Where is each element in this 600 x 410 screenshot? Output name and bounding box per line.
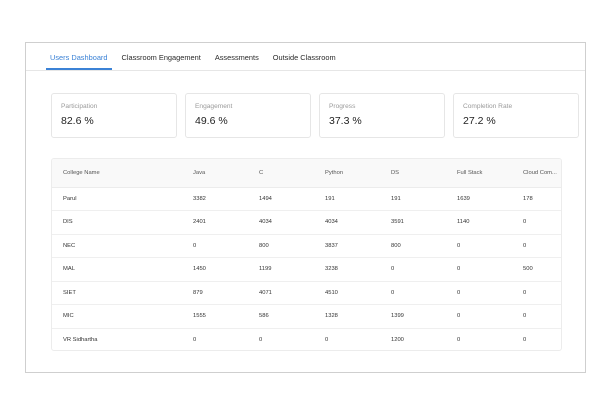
table-cell: 0 <box>512 210 561 235</box>
table-cell: Parul <box>52 187 182 211</box>
dashboard-panel: Users Dashboard Classroom Engagement Ass… <box>25 42 586 373</box>
card-label: Participation <box>61 103 98 110</box>
card-label: Engagement <box>195 103 233 110</box>
card-value: 82.6 % <box>61 115 94 127</box>
table-cell: 3591 <box>380 210 446 235</box>
table-row[interactable]: MAL 1450 1199 3238 0 0 500 <box>52 257 561 282</box>
table-cell: 1328 <box>314 304 380 329</box>
table-cell: 0 <box>446 234 512 258</box>
table-cell: 0 <box>325 337 329 343</box>
table-cell: 4071 <box>248 281 314 305</box>
table-cell: 0 <box>446 304 512 329</box>
table-cell: 4034 <box>314 210 380 235</box>
table-cell: 1494 <box>248 187 314 211</box>
card-value: 37.3 % <box>329 115 362 127</box>
table-cell: 0 <box>523 337 527 343</box>
engagement-card: Engagement 49.6 % <box>185 93 311 138</box>
table-cell: 500 <box>512 257 561 282</box>
table-cell: 191 <box>380 187 446 211</box>
table-cell: 800 <box>248 234 314 258</box>
table-cell: 1140 <box>446 210 512 235</box>
table-row[interactable]: SIET 879 4071 4510 0 0 0 <box>52 281 561 305</box>
table-cell: SIET <box>52 281 182 305</box>
tab-divider <box>26 70 585 71</box>
card-label: Completion Rate <box>463 103 513 110</box>
table-cell: 3382 <box>182 187 248 211</box>
table-cell: DIS <box>52 210 182 235</box>
column-header-python[interactable]: Python <box>314 159 380 188</box>
table-cell: 879 <box>182 281 248 305</box>
table-cell: VR Sidhartha <box>63 337 98 343</box>
table-cell: 0 <box>259 337 263 343</box>
table-cell: 4034 <box>248 210 314 235</box>
table-header-row: College Name Java C Python DS Full Stack… <box>52 159 561 188</box>
tab-users-dashboard[interactable]: Users Dashboard <box>46 53 112 70</box>
table-cell: 2401 <box>182 210 248 235</box>
participation-card: Participation 82.6 % <box>51 93 177 138</box>
table-cell: 0 <box>457 337 461 343</box>
table-cell: 1199 <box>248 257 314 282</box>
table-row[interactable]: Parul 3382 1494 191 191 1639 178 <box>52 187 561 211</box>
table-cell: 0 <box>182 234 248 258</box>
column-header-cloud-computing[interactable]: Cloud Com... <box>512 159 561 188</box>
tab-outside-classroom[interactable]: Outside Classroom <box>273 53 336 70</box>
card-value: 27.2 % <box>463 115 496 127</box>
table-cell: 1639 <box>446 187 512 211</box>
table-cell: MIC <box>52 304 182 329</box>
table-cell: 0 <box>512 234 561 258</box>
progress-card: Progress 37.3 % <box>319 93 445 138</box>
tab-bar: Users Dashboard Classroom Engagement Ass… <box>46 43 350 70</box>
stat-cards: Participation 82.6 % Engagement 49.6 % P… <box>51 93 579 138</box>
college-table: College Name Java C Python DS Full Stack… <box>51 158 562 351</box>
column-header-ds[interactable]: DS <box>380 159 446 188</box>
table-cell: 4510 <box>314 281 380 305</box>
tab-classroom-engagement[interactable]: Classroom Engagement <box>122 53 201 70</box>
table-cell: 800 <box>380 234 446 258</box>
tab-assessments[interactable]: Assessments <box>215 53 259 70</box>
table-cell: 1399 <box>380 304 446 329</box>
table-cell: 191 <box>314 187 380 211</box>
table-cell: 0 <box>446 281 512 305</box>
table-row[interactable]: DIS 2401 4034 4034 3591 1140 0 <box>52 210 561 235</box>
completion-rate-card: Completion Rate 27.2 % <box>453 93 579 138</box>
table-cell: MAL <box>52 257 182 282</box>
table-cell: NEC <box>52 234 182 258</box>
table-row[interactable]: VR Sidhartha 0 0 0 1200 0 0 <box>52 328 561 350</box>
column-header-java[interactable]: Java <box>182 159 248 188</box>
column-header-full-stack[interactable]: Full Stack <box>446 159 512 188</box>
table-cell: 0 <box>446 257 512 282</box>
table-cell: 0 <box>512 304 561 329</box>
table-cell: 1450 <box>182 257 248 282</box>
table-cell: 586 <box>248 304 314 329</box>
table-cell: 0 <box>380 281 446 305</box>
table-cell: 1555 <box>182 304 248 329</box>
table-row[interactable]: MIC 1555 586 1328 1399 0 0 <box>52 304 561 329</box>
table-cell: 0 <box>193 337 197 343</box>
table-cell: 0 <box>380 257 446 282</box>
table-cell: 3238 <box>314 257 380 282</box>
card-value: 49.6 % <box>195 115 228 127</box>
table-cell: 3837 <box>314 234 380 258</box>
table-cell: 178 <box>512 187 561 211</box>
card-label: Progress <box>329 103 356 110</box>
column-header-college-name[interactable]: College Name <box>52 159 182 188</box>
table-cell: 0 <box>512 281 561 305</box>
table-cell: 1200 <box>391 337 404 343</box>
table-row[interactable]: NEC 0 800 3837 800 0 0 <box>52 234 561 258</box>
column-header-c[interactable]: C <box>248 159 314 188</box>
